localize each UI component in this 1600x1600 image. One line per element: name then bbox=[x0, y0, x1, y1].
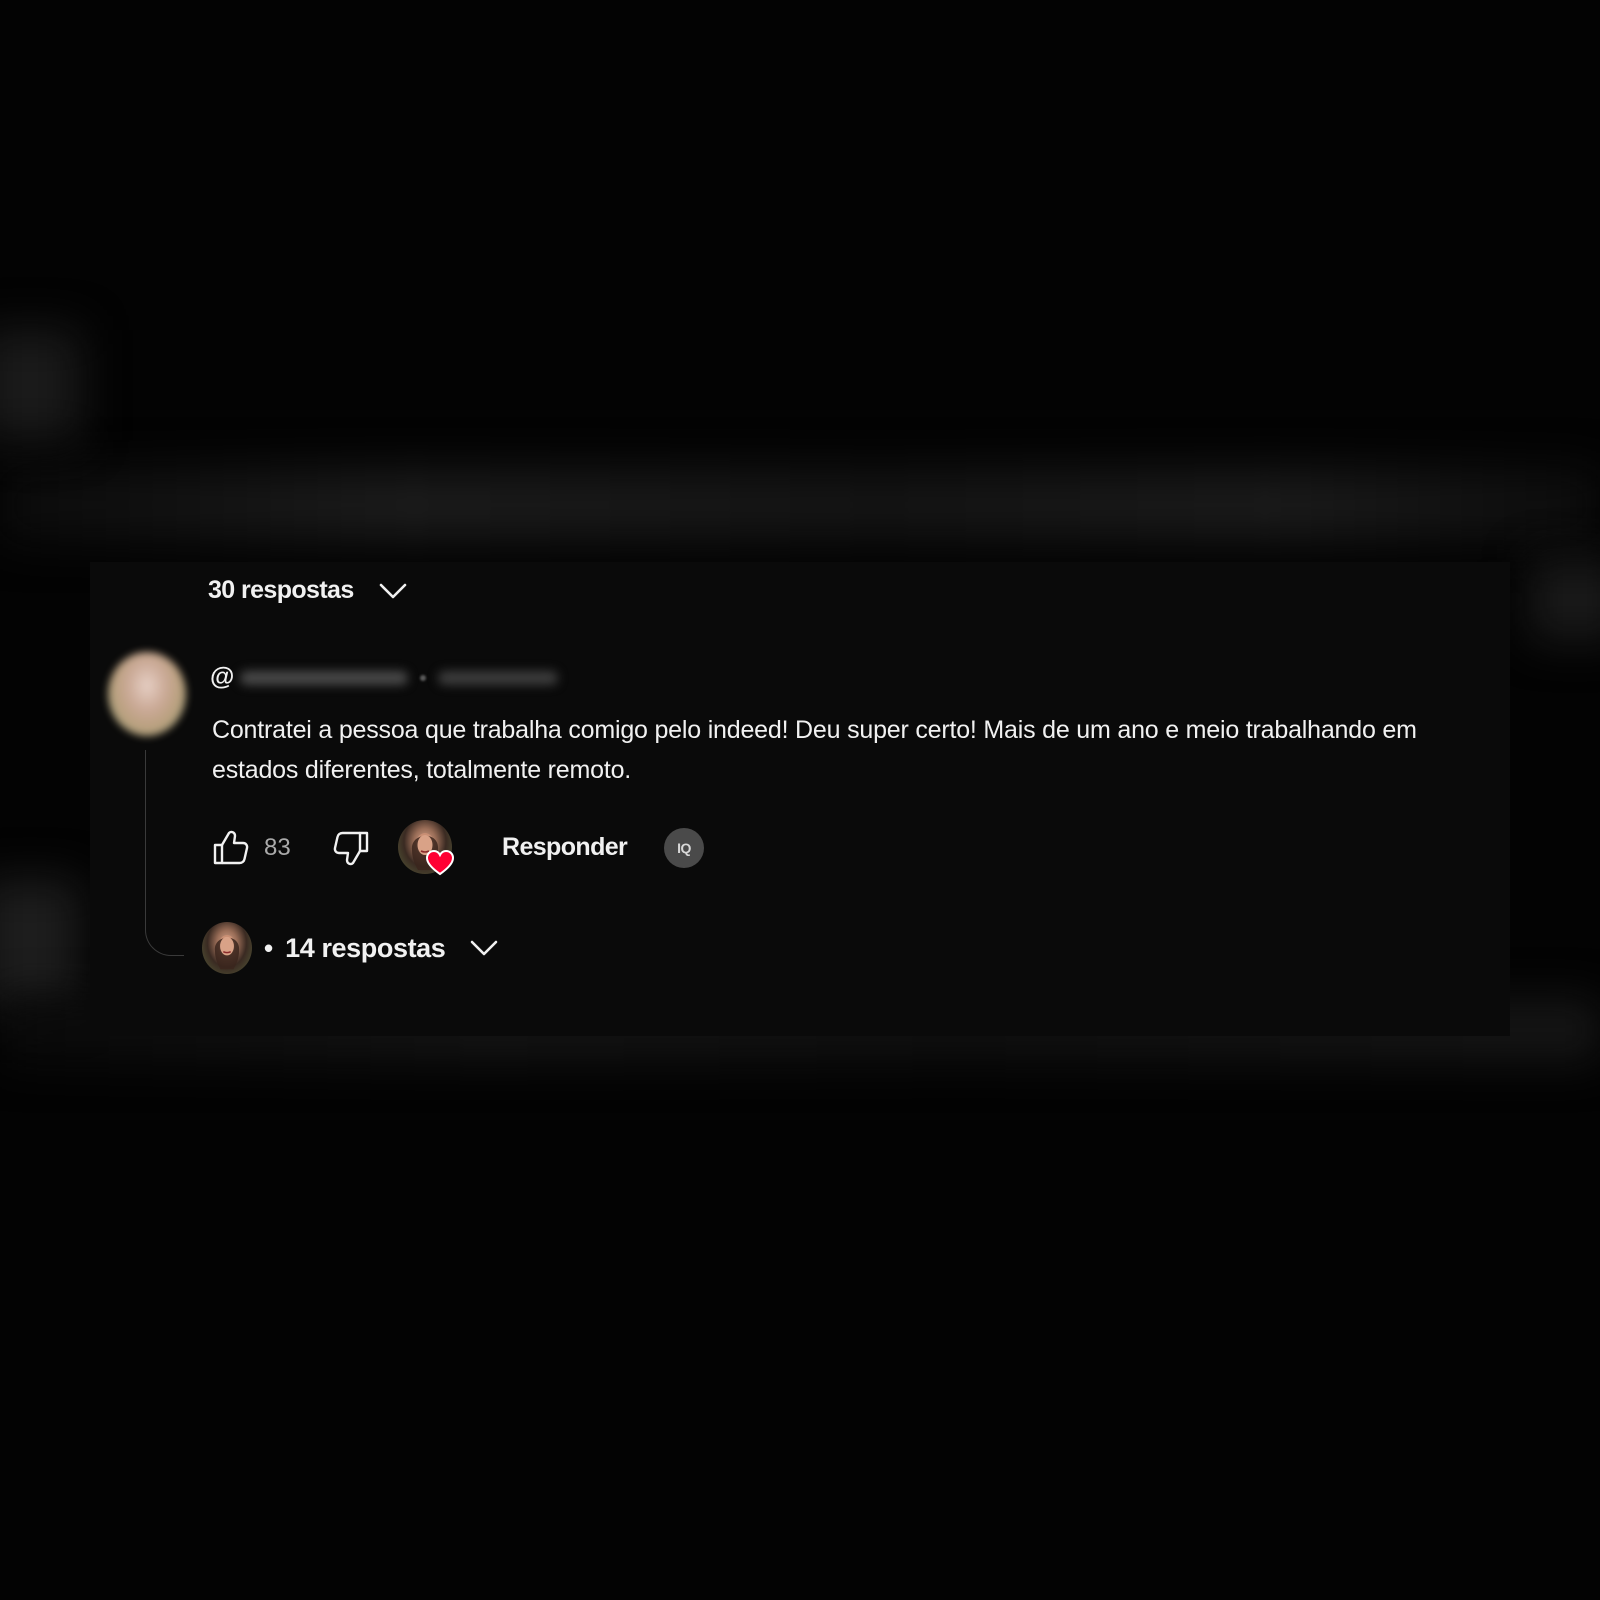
blurred-background-left-lower bbox=[0, 880, 80, 1010]
replies-bullet: • bbox=[264, 932, 274, 963]
creator-heart-badge bbox=[398, 820, 458, 880]
commenter-handle-blurred[interactable] bbox=[240, 670, 409, 685]
commenter-handle-prefix[interactable]: @ bbox=[210, 663, 234, 692]
comment-body: Contratei a pessoa que trabalha comigo p… bbox=[212, 716, 1417, 784]
heart-icon bbox=[426, 850, 454, 876]
page: 30 respostas @ Contratei a pessoa que tr… bbox=[0, 0, 1600, 1600]
reply-button[interactable]: Responder bbox=[502, 833, 628, 862]
thread-connector-line bbox=[145, 750, 184, 956]
creator-reply-avatar bbox=[202, 922, 252, 974]
chevron-down-icon bbox=[471, 940, 498, 956]
comment-timestamp-blurred[interactable] bbox=[438, 670, 559, 685]
blurred-background-left bbox=[0, 330, 80, 440]
creator-portrait-icon bbox=[214, 935, 240, 970]
replies-toggle[interactable]: 30 respostas bbox=[208, 576, 408, 605]
commenter-avatar[interactable] bbox=[108, 652, 186, 736]
header-separator-dot bbox=[420, 674, 427, 681]
blurred-background-right bbox=[1530, 560, 1600, 640]
view-replies-button[interactable]: • 14 respostas bbox=[202, 922, 499, 974]
comment-header: @ bbox=[210, 663, 559, 692]
blurred-background-top bbox=[0, 470, 1600, 540]
comment-card: 30 respostas @ Contratei a pessoa que tr… bbox=[90, 562, 1510, 1036]
chevron-down-icon bbox=[379, 583, 406, 598]
replies-toggle-label: 30 respostas bbox=[208, 576, 354, 604]
comment-actions: 83 Responder IQ bbox=[210, 820, 730, 876]
like-count: 83 bbox=[264, 834, 291, 861]
extension-badge[interactable]: IQ bbox=[664, 828, 704, 868]
replies-count-label: 14 respostas bbox=[285, 932, 446, 963]
thumbs-down-icon[interactable] bbox=[332, 828, 372, 868]
thumbs-up-icon[interactable] bbox=[210, 828, 250, 868]
